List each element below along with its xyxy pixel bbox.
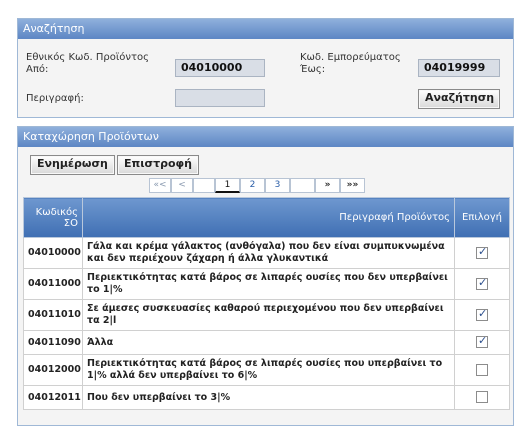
pager-last-button[interactable]: »» (340, 178, 365, 193)
row-code: 04011000 (23, 268, 83, 300)
row-select-cell (454, 237, 510, 269)
table-row: 04011090 Άλλα (23, 330, 510, 355)
column-header-description[interactable]: Περιγραφή Προϊόντος (82, 197, 455, 238)
column-header-code-line1: Κωδικός (35, 206, 78, 218)
pager-next-button[interactable]: » (315, 178, 340, 193)
row-description: Περιεκτικότητας κατά βάρος σε λιπαρές ου… (82, 354, 455, 386)
search-panel-title: Αναζήτηση (18, 19, 513, 39)
row-code: 04012011 (23, 385, 83, 410)
row-select-checkbox[interactable] (476, 277, 488, 290)
pager-page-3[interactable]: 3 (265, 178, 290, 193)
code-to-field[interactable]: 04019999 (418, 59, 500, 77)
row-description: Περιεκτικότητας κατά βάρος σε λιπαρές ου… (82, 268, 455, 300)
code-to-label-line1: Κωδ. Εμπορεύματος (300, 52, 401, 63)
row-code: 04011010 (23, 299, 83, 331)
row-select-cell (454, 268, 510, 300)
pager-page-1[interactable]: 1 (215, 178, 240, 193)
code-to-label-line2: Έως: (300, 64, 326, 75)
row-description: Γάλα και κρέμα γάλακτος (ανθόγαλα) που δ… (82, 237, 455, 269)
search-panel: Αναζήτηση Εθνικός Κωδ. Προϊόντος Από: 04… (17, 18, 514, 118)
table-row: 04010000 Γάλα και κρέμα γάλακτος (ανθόγα… (23, 237, 510, 269)
row-select-checkbox[interactable] (476, 335, 488, 349)
entry-panel: Καταχώρηση Προϊόντων Ενημέρωση Επιστροφή… (17, 126, 514, 426)
column-header-code-line2: ΣΟ (63, 217, 78, 229)
table-header-row: Κωδικός ΣΟ Περιγραφή Προϊόντος Επιλογή (23, 197, 510, 238)
code-from-label-line2: Από: (26, 64, 49, 75)
pager-prev-button[interactable]: < (171, 178, 193, 193)
pager-page-2[interactable]: 2 (240, 178, 265, 193)
description-label: Περιγραφή: (26, 93, 84, 104)
row-code: 04012000 (23, 354, 83, 386)
table-row: 04012000 Περιεκτικότητας κατά βάρος σε λ… (23, 354, 510, 386)
row-select-cell (454, 299, 510, 331)
row-select-cell (454, 330, 510, 355)
pager-first-button[interactable]: «< (149, 178, 171, 193)
update-button[interactable]: Ενημέρωση (30, 155, 115, 175)
products-table: Κωδικός ΣΟ Περιγραφή Προϊόντος Επιλογή 0… (23, 197, 510, 410)
row-select-checkbox[interactable] (476, 363, 488, 376)
row-select-checkbox[interactable] (476, 246, 488, 259)
table-row: 04011010 Σε άμεσες συσκευασίες καθαρού π… (23, 299, 510, 331)
row-select-cell (454, 385, 510, 410)
table-row: 04011000 Περιεκτικότητας κατά βάρος σε λ… (23, 268, 510, 300)
column-header-code[interactable]: Κωδικός ΣΟ (23, 197, 83, 238)
row-code: 04010000 (23, 237, 83, 269)
code-to-label: Κωδ. Εμπορεύματος Έως: (300, 52, 401, 76)
row-description: Που δεν υπερβαίνει το 3|% (82, 385, 455, 410)
code-from-field[interactable]: 04010000 (175, 59, 265, 77)
row-select-checkbox[interactable] (476, 391, 488, 404)
pager-spacer (193, 178, 215, 193)
row-description: Σε άμεσες συσκευασίες καθαρού περιεχομέν… (82, 299, 455, 331)
search-button[interactable]: Αναζήτηση (418, 89, 500, 109)
row-code: 04011090 (23, 330, 83, 355)
row-select-cell (454, 354, 510, 386)
description-field[interactable] (175, 89, 265, 107)
row-select-checkbox[interactable] (476, 308, 488, 321)
column-header-selection[interactable]: Επιλογή (454, 197, 510, 238)
entry-panel-title: Καταχώρηση Προϊόντων (18, 127, 513, 147)
row-description: Άλλα (82, 330, 455, 355)
table-row: 04012011 Που δεν υπερβαίνει το 3|% (23, 385, 510, 410)
back-button[interactable]: Επιστροφή (117, 155, 199, 175)
pagination: «< < 1 2 3 » »» (149, 178, 365, 193)
code-from-label: Εθνικός Κωδ. Προϊόντος Από: (26, 52, 149, 76)
pager-spacer-2 (290, 178, 315, 193)
code-from-label-line1: Εθνικός Κωδ. Προϊόντος (26, 52, 149, 63)
